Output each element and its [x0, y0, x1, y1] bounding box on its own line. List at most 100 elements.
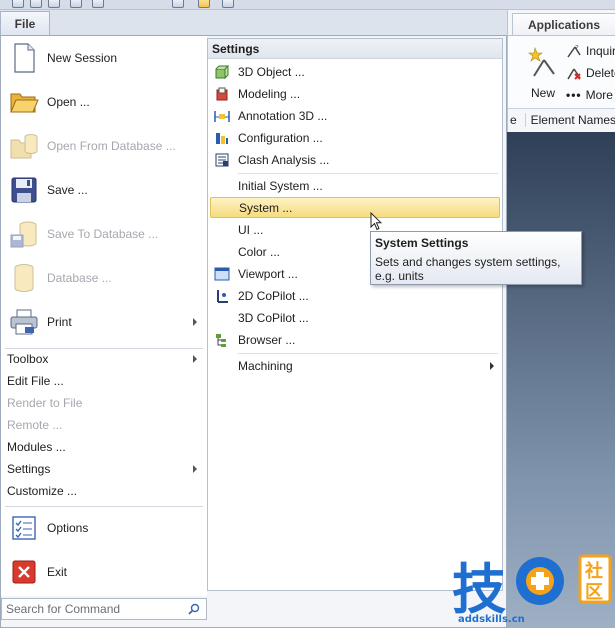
settings-annotation-3d-item[interactable]: Annotation 3D ...	[210, 105, 500, 126]
submenu-arrow-icon	[193, 355, 197, 363]
toolbar-icon[interactable]	[30, 0, 42, 8]
tooltip-title: System Settings	[375, 236, 469, 250]
delete-label: Delete	[586, 66, 615, 80]
settings-2d-copilot-item[interactable]: 2D CoPilot ...	[210, 285, 500, 306]
customize-label: Customize ...	[7, 484, 78, 498]
new-element-icon	[528, 46, 555, 77]
divider	[238, 173, 498, 174]
edit-file-label: Edit File ...	[7, 374, 64, 388]
settings-item[interactable]: Settings	[7, 459, 203, 479]
save-item[interactable]: Save ...	[9, 170, 203, 210]
settings-machining-item[interactable]: Machining	[210, 355, 500, 376]
watermark-brand: 技	[452, 558, 506, 621]
submenu-arrow-icon	[193, 318, 197, 326]
copilot-2d-icon	[212, 286, 232, 306]
submenu-arrow-icon	[490, 361, 494, 370]
open-label: Open ...	[47, 95, 90, 109]
3d-object-icon	[212, 62, 232, 82]
open-item[interactable]: Open ...	[9, 82, 203, 122]
toolbar-icon[interactable]	[222, 0, 234, 8]
file-tab[interactable]: File	[0, 11, 50, 35]
database-icon	[9, 263, 39, 293]
floppy-disk-icon	[9, 175, 39, 205]
settings-3d-copilot-label: 3D CoPilot ...	[238, 310, 309, 325]
ribbon: Applications New ? Inquiry Delete ••• Mo…	[507, 10, 615, 132]
toolbox-item[interactable]: Toolbox	[7, 349, 203, 369]
database-item[interactable]: Database ...	[9, 258, 203, 298]
save-to-database-item[interactable]: Save To Database ...	[9, 214, 203, 254]
open-folder-icon	[9, 87, 39, 117]
settings-clash-analysis-item[interactable]: Clash Analysis ...	[210, 149, 500, 170]
new-button[interactable]: New	[526, 44, 560, 100]
divider	[238, 353, 498, 354]
settings-modeling-label: Modeling ...	[238, 86, 301, 101]
settings-submenu-header: Settings	[208, 39, 502, 59]
options-label: Options	[47, 521, 89, 535]
new-document-icon	[9, 43, 39, 73]
print-label: Print	[47, 315, 72, 329]
print-preview-icon[interactable]	[92, 0, 104, 8]
toolbar-icon[interactable]	[12, 0, 24, 8]
printer-icon	[9, 307, 39, 337]
watermark-logo: 技 社 区 addskills.cn	[452, 554, 612, 625]
svg-text:?: ?	[575, 44, 579, 52]
viewport-icon	[212, 264, 232, 284]
modules-item[interactable]: Modules ...	[7, 437, 203, 457]
watermark-text-top: 社	[585, 560, 603, 582]
settings-clash-analysis-label: Clash Analysis ...	[238, 152, 330, 167]
search-command-input[interactable]: Search for Command	[1, 598, 207, 620]
print-item[interactable]: Print	[9, 302, 203, 342]
settings-3d-copilot-item[interactable]: 3D CoPilot ...	[210, 307, 500, 328]
settings-configuration-item[interactable]: Configuration ...	[210, 127, 500, 148]
inquiry-button[interactable]: ? Inquiry	[566, 42, 615, 60]
column-header-row: e Element Names	[508, 110, 615, 130]
inquiry-icon: ?	[567, 44, 581, 58]
exit-label: Exit	[47, 565, 68, 579]
settings-configuration-label: Configuration ...	[238, 130, 323, 145]
watermark-url: addskills.cn	[458, 614, 525, 625]
edit-file-item[interactable]: Edit File ...	[7, 371, 203, 391]
column-header-partial[interactable]: e	[508, 113, 526, 127]
search-placeholder: Search for Command	[6, 602, 121, 616]
mouse-cursor-icon	[370, 212, 382, 231]
settings-label: Settings	[7, 462, 51, 476]
annotation-icon	[212, 106, 232, 126]
modeling-icon	[212, 84, 232, 104]
settings-system-item[interactable]: System ...	[210, 197, 500, 218]
save-database-icon	[9, 219, 39, 249]
options-item[interactable]: Options	[9, 508, 203, 548]
column-header-element-names[interactable]: Element Names	[526, 113, 615, 127]
remote-item[interactable]: Remote ...	[7, 415, 203, 435]
open-icon[interactable]	[48, 0, 60, 8]
delete-button[interactable]: Delete	[566, 64, 615, 82]
settings-3d-object-label: 3D Object ...	[238, 64, 305, 79]
settings-browser-item[interactable]: Browser ...	[210, 329, 500, 350]
render-to-file-label: Render to File	[7, 396, 83, 410]
tooltip-description: Sets and changes system settings, e.g. u…	[375, 255, 561, 283]
modules-label: Modules ...	[7, 440, 66, 454]
database-label: Database ...	[47, 271, 112, 285]
settings-initial-system-item[interactable]: Initial System ...	[210, 175, 500, 196]
file-menu: New Session Open ... Open From Database …	[0, 35, 507, 628]
toolbar-icon[interactable]	[172, 0, 184, 8]
save-label: Save ...	[47, 183, 88, 197]
clash-analysis-icon	[212, 150, 232, 170]
more-button[interactable]: ••• More	[566, 86, 613, 104]
settings-ui-label: UI ...	[238, 222, 264, 237]
settings-3d-object-item[interactable]: 3D Object ...	[210, 61, 500, 82]
settings-modeling-item[interactable]: Modeling ...	[210, 83, 500, 104]
open-from-database-item[interactable]: Open From Database ...	[9, 126, 203, 166]
configuration-icon	[212, 128, 232, 148]
search-icon[interactable]	[188, 603, 200, 615]
tab-applications[interactable]: Applications	[512, 13, 615, 35]
exit-item[interactable]: Exit	[9, 552, 203, 592]
render-to-file-item[interactable]: Render to File	[7, 393, 203, 413]
save-icon[interactable]	[70, 0, 82, 8]
settings-viewport-label: Viewport ...	[238, 266, 298, 281]
new-button-label: New	[530, 86, 555, 100]
more-label: More	[585, 88, 613, 102]
quick-access-toolbar	[0, 0, 615, 10]
new-session-item[interactable]: New Session	[9, 38, 203, 78]
settings-icon[interactable]	[198, 0, 210, 8]
customize-item[interactable]: Customize ...	[7, 481, 203, 501]
